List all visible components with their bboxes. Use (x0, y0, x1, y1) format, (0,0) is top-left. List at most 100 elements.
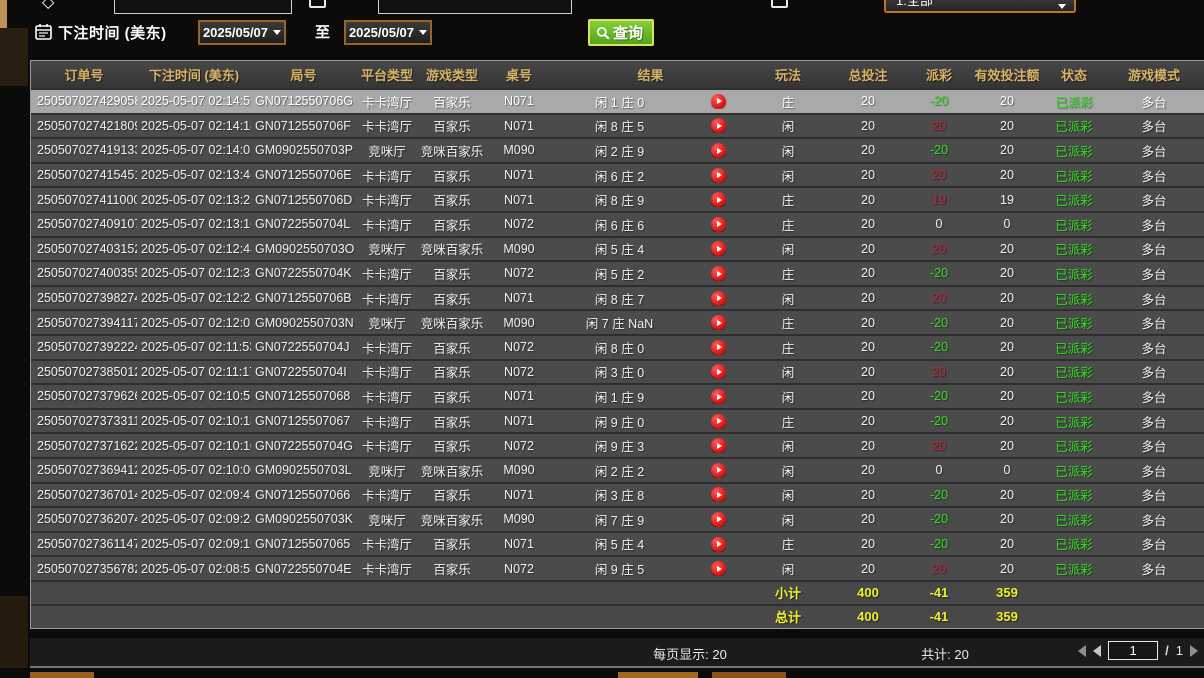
date-to-select[interactable]: 2025/05/07 (344, 20, 432, 45)
table-row[interactable]: 250507027392224 2025-05-07 02:11:53 GN07… (31, 334, 1204, 359)
table-row[interactable]: 250507027411000 2025-05-07 02:13:25 GN07… (31, 186, 1204, 211)
total-valid: 359 (969, 609, 1045, 624)
play-video-icon[interactable] (711, 143, 726, 158)
cell-payout: -20 (909, 340, 969, 354)
table-footer: 每页显示: 20 共计: 20 / 1 (30, 638, 1204, 668)
table-row[interactable]: 250507027400355 2025-05-07 02:12:33 GN07… (31, 260, 1204, 285)
cell-table-number: N072 (486, 340, 552, 354)
date-from-select[interactable]: 2025/05/07 (198, 20, 286, 45)
cell-table-number: N072 (486, 217, 552, 231)
table-row[interactable]: 250507027379626 2025-05-07 02:10:51 GN07… (31, 383, 1204, 408)
table-row[interactable]: 250507027362074 2025-05-07 02:09:24 GM09… (31, 506, 1204, 531)
table-row[interactable]: 250507027421809 2025-05-07 02:14:18 GN07… (31, 113, 1204, 138)
cell-valid-bet: 20 (969, 389, 1045, 403)
table-row[interactable]: 250507027419133 2025-05-07 02:14:03 GM09… (31, 137, 1204, 162)
play-video-icon[interactable] (711, 192, 726, 207)
table-row[interactable]: 250507027373311 2025-05-07 02:10:18 GN07… (31, 408, 1204, 433)
cell-total-bet: 20 (827, 365, 909, 379)
play-video-icon[interactable] (711, 364, 726, 379)
filter-input-1[interactable] (114, 0, 292, 14)
cell-platform-type: 卡卡湾厅 (356, 412, 418, 431)
bet-records-table: 订单号 下注时间 (美东) 局号 平台类型 游戏类型 桌号 结果 玩法 总投注 … (30, 60, 1204, 629)
table-row[interactable]: 250507027394117 2025-05-07 02:12:03 GM09… (31, 309, 1204, 334)
cell-round-number: GN0722550704L (251, 217, 356, 231)
cell-game-type: 百家乐 (418, 289, 486, 308)
cell-valid-bet: 20 (969, 266, 1045, 280)
cell-order-number: 250507027394117 (31, 316, 137, 330)
filter-input-2[interactable] (378, 0, 572, 14)
chevron-down-icon (1058, 4, 1066, 9)
platform-type-select[interactable]: 1:全部 (884, 0, 1076, 13)
play-video-icon[interactable] (711, 94, 726, 109)
cell-valid-bet: 20 (969, 94, 1045, 108)
play-video-icon[interactable] (711, 315, 726, 330)
total-bet: 400 (827, 609, 909, 624)
chevron-down-icon (419, 30, 427, 35)
table-row[interactable]: 250507027385012 2025-05-07 02:11:17 GN07… (31, 359, 1204, 384)
play-video-icon[interactable] (711, 340, 726, 355)
table-row[interactable]: 250507027429058 2025-05-07 02:14:52 GN07… (31, 88, 1204, 113)
calendar-icon (35, 23, 52, 45)
cell-result: 闲 6 庄 6 (552, 215, 687, 234)
cell-status: 已派彩 (1045, 387, 1103, 406)
play-video-icon[interactable] (711, 118, 726, 133)
cell-total-bet: 20 (827, 316, 909, 330)
table-row[interactable]: 250507027369412 2025-05-07 02:10:00 GM09… (31, 457, 1204, 482)
table-row[interactable]: 250507027371622 2025-05-07 02:10:10 GN07… (31, 432, 1204, 457)
table-row[interactable]: 250507027356782 2025-05-07 02:08:58 GN07… (31, 555, 1204, 580)
play-video-icon[interactable] (711, 241, 726, 256)
play-video-icon[interactable] (711, 487, 726, 502)
cell-bet-time: 2025-05-07 02:14:52 (137, 94, 251, 108)
cell-bet-time: 2025-05-07 02:12:48 (137, 242, 251, 256)
cell-result: 闲 2 庄 9 (552, 141, 687, 160)
cell-game-type: 竞咪百家乐 (418, 313, 486, 332)
next-page-button[interactable] (1190, 645, 1198, 657)
prev-page-button[interactable] (1093, 645, 1101, 657)
play-video-icon[interactable] (711, 291, 726, 306)
page-number-input[interactable] (1108, 641, 1158, 660)
cell-result: 闲 8 庄 0 (552, 338, 687, 357)
table-row[interactable]: 250507027415451 2025-05-07 02:13:46 GN07… (31, 162, 1204, 187)
play-video-icon[interactable] (711, 266, 726, 281)
play-video-icon[interactable] (711, 463, 726, 478)
cell-table-number: M090 (486, 512, 552, 526)
cell-valid-bet: 20 (969, 340, 1045, 354)
play-video-icon[interactable] (711, 168, 726, 183)
first-page-button[interactable] (1078, 645, 1086, 657)
cell-game-mode: 多台 (1103, 264, 1204, 283)
play-video-icon[interactable] (711, 217, 726, 232)
search-button[interactable]: 查询 (588, 19, 654, 46)
cell-bet-time: 2025-05-07 02:11:53 (137, 340, 251, 354)
play-video-icon[interactable] (711, 512, 726, 527)
table-row[interactable]: 250507027398274 2025-05-07 02:12:24 GN07… (31, 285, 1204, 310)
cell-play-method: 庄 (749, 215, 827, 234)
play-video-icon[interactable] (711, 561, 726, 576)
cell-play-method: 闲 (749, 559, 827, 578)
table-row[interactable]: 250507027409107 2025-05-07 02:13:16 GN07… (31, 211, 1204, 236)
cell-game-type: 竞咪百家乐 (418, 239, 486, 258)
cell-bet-time: 2025-05-07 02:08:58 (137, 562, 251, 576)
cell-status: 已派彩 (1045, 461, 1103, 480)
cell-total-bet: 20 (827, 488, 909, 502)
cell-bet-time: 2025-05-07 02:14:03 (137, 143, 251, 157)
cell-game-type: 百家乐 (418, 215, 486, 234)
cell-order-number: 250507027373311 (31, 414, 137, 428)
play-video-icon[interactable] (711, 438, 726, 453)
cell-platform-type: 卡卡湾厅 (356, 559, 418, 578)
cell-result: 闲 9 庄 0 (552, 412, 687, 431)
cell-round-number: GN0722550704E (251, 562, 356, 576)
cell-game-mode: 多台 (1103, 534, 1204, 553)
play-video-icon[interactable] (711, 414, 726, 429)
play-video-icon[interactable] (711, 389, 726, 404)
header-order: 订单号 (31, 65, 137, 84)
table-row[interactable]: 250507027361147 2025-05-07 02:09:19 GN07… (31, 531, 1204, 556)
cell-status: 已派彩 (1045, 338, 1103, 357)
header-table-no: 桌号 (486, 65, 552, 84)
search-icon (596, 26, 610, 40)
cell-status: 已派彩 (1045, 559, 1103, 578)
subtotal-valid: 359 (969, 585, 1045, 600)
cell-platform-type: 卡卡湾厅 (356, 289, 418, 308)
table-row[interactable]: 250507027367014 2025-05-07 02:09:47 GN07… (31, 482, 1204, 507)
table-row[interactable]: 250507027403152 2025-05-07 02:12:48 GM09… (31, 236, 1204, 261)
play-video-icon[interactable] (711, 537, 726, 552)
